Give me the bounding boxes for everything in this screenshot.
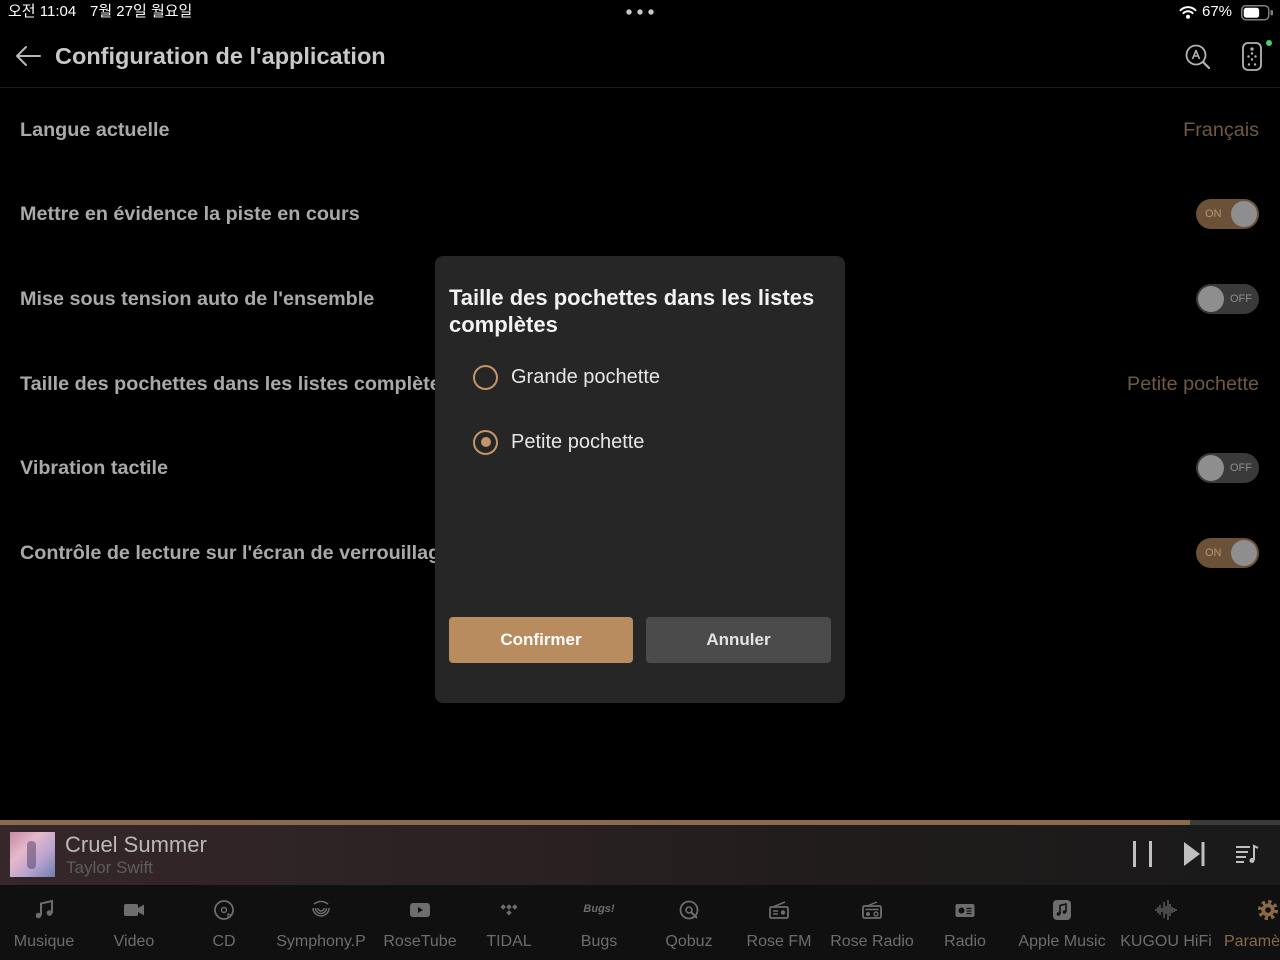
option-label: Grande pochette (511, 365, 660, 388)
tidal-icon (500, 904, 518, 916)
haptic-toggle[interactable]: OFF (1196, 453, 1259, 483)
status-date: 7월 27일 월요일 (90, 3, 193, 20)
header-divider (0, 87, 1280, 88)
setting-row-highlight-track: Mettre en évidence la piste en cours ON (20, 194, 1259, 234)
radio-icon (769, 901, 789, 919)
nav-item-rose-fm[interactable]: Rose FM (729, 885, 829, 960)
setting-label: Vibration tactile (20, 456, 169, 479)
toggle-knob (1198, 455, 1224, 481)
status-time: 오전 11:04 (8, 3, 77, 20)
battery-icon (1241, 5, 1273, 21)
toggle-state-text: ON (1205, 208, 1222, 220)
queue-icon[interactable] (1234, 842, 1260, 866)
nav-label: Qobuz (665, 933, 713, 950)
wifi-icon (1179, 6, 1197, 19)
toggle-state-text: OFF (1230, 462, 1252, 474)
music-note-icon (35, 899, 53, 919)
cancel-button[interactable]: Annuler (646, 617, 831, 663)
nav-label: Radio (944, 933, 986, 950)
nav-item-apple-music[interactable]: Apple Music (1012, 885, 1112, 960)
nav-label: Bugs (580, 933, 618, 950)
nav-item-bugs[interactable]: Bugs! Bugs (549, 885, 649, 960)
toggle-knob (1231, 540, 1257, 566)
setting-value: Petite pochette (1127, 372, 1259, 395)
nav-label: RoseTube (383, 933, 457, 950)
bugs-logo-icon: Bugs! (583, 903, 615, 915)
page-title: Configuration de l'application (55, 43, 386, 69)
online-status-dot (1266, 40, 1272, 46)
video-camera-icon (124, 904, 144, 916)
nav-item-cd[interactable]: CD (174, 885, 274, 960)
nav-item-settings[interactable]: Paramè (1214, 885, 1280, 960)
symphony-icon (312, 900, 330, 917)
gear-icon (1258, 900, 1278, 920)
option-small-cover[interactable]: Petite pochette (473, 424, 644, 460)
multitask-dots-icon[interactable] (625, 8, 655, 16)
track-artist: Taylor Swift (66, 858, 153, 877)
setting-label: Contrôle de lecture sur l'écran de verro… (20, 541, 441, 564)
nav-label: Apple Music (1018, 933, 1106, 950)
cd-icon (214, 900, 234, 920)
setting-value: Français (1183, 118, 1259, 141)
lockscreen-control-toggle[interactable]: ON (1196, 538, 1259, 568)
dialog-title: Taille des pochettes dans les listes com… (449, 285, 815, 337)
mini-player[interactable]: Cruel Summer Taylor Swift (0, 825, 1280, 885)
nav-label: TIDAL (486, 933, 532, 950)
nav-item-music[interactable]: Musique (0, 885, 94, 960)
nav-label: Musique (13, 933, 75, 950)
app-screen: 오전 11:04 7월 27일 월요일 67% Configuration de… (0, 0, 1280, 960)
setting-label: Mise sous tension auto de l'ensemble (20, 287, 375, 310)
pause-icon[interactable] (1131, 840, 1155, 868)
nav-label: Paramè (1224, 933, 1280, 950)
qobuz-icon (679, 900, 699, 920)
radio-button[interactable] (473, 429, 498, 455)
nav-label: CD (212, 933, 236, 950)
remote-icon[interactable] (1240, 40, 1266, 72)
next-track-icon[interactable] (1182, 840, 1206, 868)
track-title: Cruel Summer (65, 832, 207, 857)
nav-label: Rose Radio (830, 933, 914, 950)
play-box-icon (410, 903, 430, 917)
nav-item-rosetube[interactable]: RoseTube (370, 885, 470, 960)
battery-percent: 67% (1202, 3, 1233, 20)
setting-label: Mettre en évidence la piste en cours (20, 202, 360, 225)
option-large-cover[interactable]: Grande pochette (473, 359, 660, 395)
nav-item-symphony[interactable]: Symphony.P (271, 885, 371, 960)
arrow-left-icon[interactable] (14, 44, 42, 68)
setting-label: Langue actuelle (20, 118, 170, 141)
nav-item-kugou[interactable]: KUGOU HiFi (1116, 885, 1216, 960)
bottom-nav: Musique Video CD Symphony.P RoseTube TID… (0, 885, 1280, 960)
search-a-icon[interactable] (1184, 43, 1212, 71)
album-art[interactable] (10, 832, 55, 877)
toggle-knob (1231, 201, 1257, 227)
cover-size-dialog: Taille des pochettes dans les listes com… (435, 256, 845, 703)
toggle-knob (1198, 286, 1224, 312)
nav-item-tidal[interactable]: TIDAL (459, 885, 559, 960)
nav-label: Rose FM (746, 933, 812, 950)
toggle-state-text: OFF (1230, 293, 1252, 305)
auto-power-toggle[interactable]: OFF (1196, 284, 1259, 314)
nav-label: KUGOU HiFi (1120, 933, 1212, 950)
nav-item-qobuz[interactable]: Qobuz (639, 885, 739, 960)
nav-item-video[interactable]: Video (84, 885, 184, 960)
nav-label: Symphony.P (276, 933, 366, 950)
radio-box-icon (955, 904, 975, 917)
setting-label: Taille des pochettes dans les listes com… (20, 372, 441, 395)
nav-item-radio[interactable]: Radio (915, 885, 1015, 960)
toggle-state-text: ON (1205, 547, 1222, 559)
nav-label: Video (113, 933, 155, 950)
nav-item-rose-radio[interactable]: Rose Radio (822, 885, 922, 960)
confirm-button[interactable]: Confirmer (449, 617, 633, 663)
radio-icon (862, 901, 882, 919)
radio-button[interactable] (473, 364, 498, 390)
option-label: Petite pochette (511, 430, 645, 453)
waveform-icon (1155, 900, 1177, 920)
setting-row-language[interactable]: Langue actuelle Français (20, 110, 1259, 150)
highlight-track-toggle[interactable]: ON (1196, 199, 1259, 229)
apple-music-icon (1053, 900, 1071, 920)
